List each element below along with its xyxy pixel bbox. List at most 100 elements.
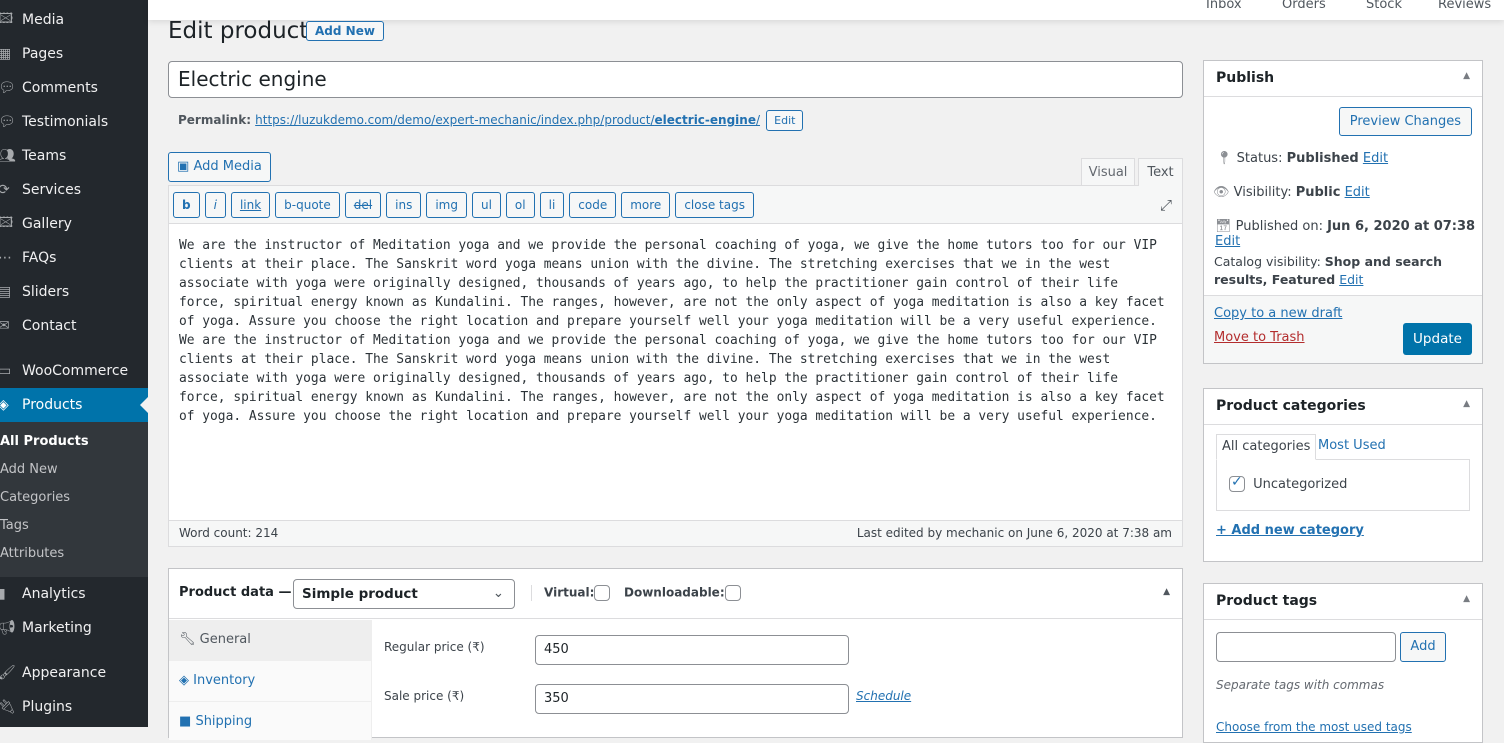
permalink-link[interactable]: https://luzukdemo.com/demo/expert-mechan… <box>255 113 760 127</box>
sidebar-item-services[interactable]: ⟳ Services <box>0 173 148 207</box>
sidebar-item-label: Analytics <box>22 586 86 602</box>
collapse-icon[interactable]: ▲ <box>1163 587 1170 597</box>
add-media-button[interactable]: ▣ Add Media <box>168 152 271 182</box>
sidebar-item-label: Marketing <box>22 620 92 636</box>
quicktag-ol-button[interactable]: ol <box>505 192 535 218</box>
visibility-edit-link[interactable]: Edit <box>1345 185 1370 200</box>
permalink-label: Permalink: <box>178 113 252 127</box>
sidebar-item-analytics[interactable]: ▮ Analytics <box>0 577 148 611</box>
tab-shipping[interactable]: ■ Shipping <box>169 702 371 743</box>
appearance-icon: 🖌︎ <box>0 665 16 681</box>
tags-input[interactable] <box>1216 632 1396 662</box>
sale-price-input[interactable]: 350 <box>535 684 849 714</box>
downloadable-label: Downloadable: <box>624 585 741 601</box>
products-submenu: All Products Add New Categories Tags Attribu… <box>0 422 148 577</box>
topbar-stock[interactable]: Stock <box>1366 0 1402 12</box>
sidebar-item-label: Comments <box>22 80 98 96</box>
schedule-link[interactable]: Schedule <box>856 689 911 703</box>
content-textarea[interactable]: We are the instructor of Meditation yoga… <box>169 224 1182 519</box>
quicktag-img-button[interactable]: img <box>426 192 467 218</box>
sidebar-item-pages[interactable]: ▦ Pages <box>0 37 148 71</box>
submenu-item-tags[interactable]: Tags <box>0 512 148 540</box>
permalink-edit-button[interactable]: Edit <box>766 110 804 131</box>
sidebar-item-comments[interactable]: 💬︎ Comments <box>0 71 148 105</box>
submenu-item-attributes[interactable]: Attributes <box>0 540 148 568</box>
update-button[interactable]: Update <box>1403 323 1472 355</box>
sidebar-item-products[interactable]: ◈ Products <box>0 388 148 422</box>
sidebar-item-testimonials[interactable]: 💬︎ Testimonials <box>0 105 148 139</box>
quicktag-b-button[interactable]: b <box>173 192 200 218</box>
sidebar-item-label: Media <box>22 12 65 28</box>
sidebar-item-teams[interactable]: 👥︎ Teams <box>0 139 148 173</box>
collapse-icon[interactable]: ▲ <box>1463 594 1470 604</box>
regular-price-input[interactable]: 450 <box>535 635 849 665</box>
tab-visual[interactable]: Visual <box>1081 158 1135 186</box>
downloadable-checkbox[interactable] <box>724 585 741 601</box>
quicktag-li-button[interactable]: li <box>539 192 565 218</box>
quicktag-close-tags-button[interactable]: close tags <box>675 192 754 218</box>
sidebar-item-plugins[interactable]: 🔌︎ Plugins <box>0 690 148 724</box>
sidebar-item-label: Plugins <box>22 699 73 715</box>
catalog-edit-link[interactable]: Edit <box>1339 272 1363 287</box>
wrench-icon: 🔧︎ <box>179 632 196 647</box>
sidebar-item-contact[interactable]: ✉ Contact <box>0 309 148 343</box>
virtual-checkbox[interactable] <box>594 585 611 601</box>
product-categories-box: Product categories ▲ All categories Most … <box>1203 388 1483 562</box>
tab-general[interactable]: 🔧︎ General <box>169 620 371 661</box>
quicktag-i-button[interactable]: i <box>204 192 226 218</box>
preview-changes-button[interactable]: Preview Changes <box>1338 107 1472 136</box>
testimonials-icon: 💬︎ <box>0 114 16 130</box>
catalog-visibility-row: Catalog visibility: Shop and search resu… <box>1214 254 1443 287</box>
choose-most-used-tags-link[interactable]: Choose from the most used tags <box>1216 720 1412 734</box>
analytics-icon: ▮ <box>0 586 6 602</box>
tab-all-categories[interactable]: All categories <box>1216 434 1317 460</box>
tab-text[interactable]: Text <box>1138 158 1183 186</box>
topbar-inbox[interactable]: Inbox <box>1206 0 1242 12</box>
sidebar-item-label: Services <box>22 182 82 198</box>
sidebar-item-woocommerce[interactable]: ▭ WooCommerce <box>0 354 148 388</box>
quicktag-link-button[interactable]: link <box>230 192 271 218</box>
quicktag-code-button[interactable]: code <box>569 192 617 218</box>
copy-to-draft-link[interactable]: Copy to a new draft <box>1214 306 1342 321</box>
chevron-down-icon: ⌄ <box>492 585 504 601</box>
product-type-select[interactable]: Simple product ⌄ <box>293 579 515 609</box>
tab-inventory[interactable]: ◈ Inventory <box>169 661 371 702</box>
add-new-category-link[interactable]: + Add new category <box>1216 523 1364 538</box>
plugins-icon: 🔌︎ <box>0 699 16 715</box>
sidebar-item-sliders[interactable]: ▤ Sliders <box>0 275 148 309</box>
collapse-icon[interactable]: ▲ <box>1463 71 1470 81</box>
fullscreen-icon[interactable]: ⤢ <box>1160 196 1172 214</box>
woocommerce-topbar: Inbox Orders Stock Reviews <box>148 0 1504 20</box>
sidebar-item-faqs[interactable]: ⋯ FAQs <box>0 241 148 275</box>
quicktag-b-quote-button[interactable]: b-quote <box>275 192 340 218</box>
tab-most-used[interactable]: Most Used <box>1318 438 1386 453</box>
status-edit-link[interactable]: Edit <box>1363 151 1388 166</box>
add-new-button[interactable]: Add New <box>306 21 384 41</box>
publish-title: Publish <box>1216 70 1275 86</box>
quicktag-ins-button[interactable]: ins <box>386 192 422 218</box>
published-edit-link[interactable]: Edit <box>1215 234 1240 249</box>
topbar-orders[interactable]: Orders <box>1282 0 1326 12</box>
sidebar-item-label: Appearance <box>22 665 107 681</box>
sidebar-item-appearance[interactable]: 🖌︎ Appearance <box>0 656 148 690</box>
quicktag-del-button[interactable]: del <box>344 192 382 218</box>
product-tags-box: Product tags ▲ Add Separate tags with com… <box>1203 583 1483 743</box>
submenu-item-all-products[interactable]: All Products <box>0 428 148 456</box>
sidebar-item-media[interactable]: 🖾 Media <box>0 3 148 37</box>
comments-icon: 💬︎ <box>0 80 16 96</box>
submenu-item-categories[interactable]: Categories <box>0 484 148 512</box>
collapse-icon[interactable]: ▲ <box>1463 399 1470 409</box>
add-tag-button[interactable]: Add <box>1400 632 1446 662</box>
sidebar-item-marketing[interactable]: 📢︎ Marketing <box>0 611 148 645</box>
uncategorized-checkbox[interactable]: ✓ <box>1229 474 1245 492</box>
submenu-item-add-new[interactable]: Add New <box>0 456 148 484</box>
topbar-reviews[interactable]: Reviews <box>1438 0 1491 12</box>
quicktag-more-button[interactable]: more <box>621 192 671 218</box>
move-to-trash-link[interactable]: Move to Trash <box>1214 330 1305 345</box>
media-icon: 🖾 <box>0 11 14 27</box>
product-title-input[interactable]: Electric engine <box>168 61 1183 98</box>
sidebar-item-gallery[interactable]: 🖾 Gallery <box>0 207 148 241</box>
quicktag-ul-button[interactable]: ul <box>471 192 501 218</box>
sidebar-item-label: Teams <box>22 148 67 164</box>
gallery-icon: 🖾 <box>0 215 14 231</box>
